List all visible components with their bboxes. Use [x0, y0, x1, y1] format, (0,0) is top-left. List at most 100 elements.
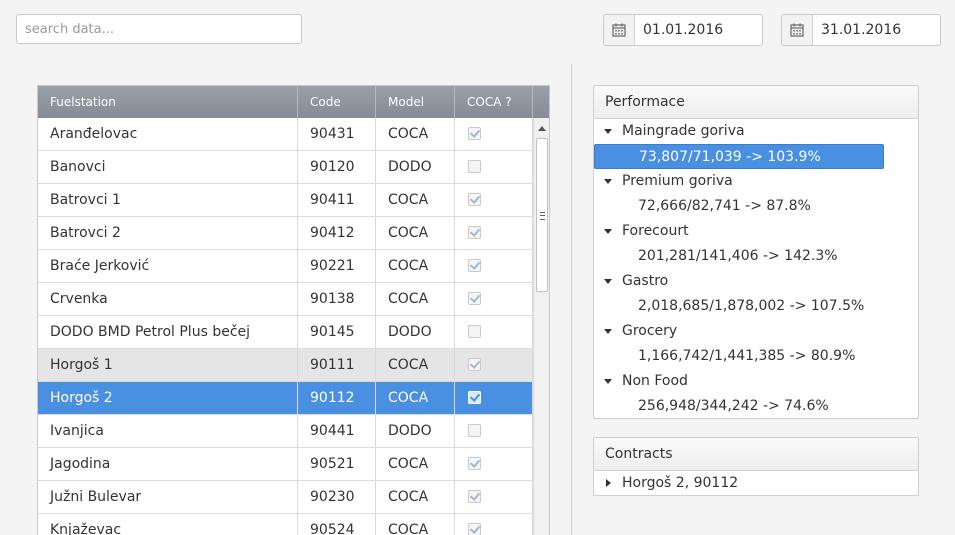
coca-cell: [455, 151, 533, 183]
performance-tree: Maingrade goriva 73,807/71,039 -> 103.9% P…: [594, 119, 918, 419]
contract-tree-item[interactable]: Horgoš 2, 90112: [594, 471, 918, 496]
coca-checkbox[interactable]: [468, 127, 481, 140]
table-row[interactable]: Jagodina 90521 COCA: [38, 448, 533, 481]
table-row[interactable]: Braće Jerković 90221 COCA: [38, 250, 533, 283]
code-cell: 90431: [298, 118, 376, 150]
coca-cell: [455, 415, 533, 447]
column-header-fuelstation[interactable]: Fuelstation: [38, 86, 298, 118]
code-cell: 90230: [298, 481, 376, 513]
code-cell: 90112: [298, 382, 376, 414]
tree-group[interactable]: Gastro: [594, 269, 918, 294]
table-row[interactable]: Banovci 90120 DODO: [38, 151, 533, 184]
code-cell: 90221: [298, 250, 376, 282]
tree-group[interactable]: Premium goriva: [594, 169, 918, 194]
coca-cell: [455, 481, 533, 513]
tree-value-item[interactable]: 73,807/71,039 -> 103.9%: [594, 144, 884, 169]
coca-cell: [455, 514, 533, 535]
coca-checkbox[interactable]: [468, 391, 481, 404]
fuelstation-cell: Ivanjica: [38, 415, 298, 447]
table-row[interactable]: Batrovci 2 90412 COCA: [38, 217, 533, 250]
date-to-picker[interactable]: 31.01.2016: [781, 14, 941, 46]
fuelstation-grid: Fuelstation Code Model COCA ? Aranđelova…: [37, 85, 550, 535]
tree-group-label: Forecourt: [622, 223, 689, 239]
table-row[interactable]: Horgoš 2 90112 COCA: [38, 382, 533, 415]
coca-checkbox[interactable]: [468, 424, 481, 437]
contracts-panel: Contracts Horgoš 2, 90112: [593, 437, 919, 496]
calendar-icon[interactable]: [782, 15, 813, 45]
fuelstation-cell: Batrovci 1: [38, 184, 298, 216]
coca-checkbox[interactable]: [468, 490, 481, 503]
vertical-scrollbar[interactable]: [533, 118, 549, 535]
tree-value-item[interactable]: 2,018,685/1,878,002 -> 107.5%: [594, 294, 918, 319]
coca-checkbox[interactable]: [468, 325, 481, 338]
expand-arrow-icon[interactable]: [606, 479, 611, 487]
panel-divider: [571, 64, 572, 535]
collapse-arrow-icon[interactable]: [604, 279, 612, 284]
model-cell: DODO: [376, 316, 455, 348]
tree-group[interactable]: Non Food: [594, 369, 918, 394]
collapse-arrow-icon[interactable]: [604, 229, 612, 234]
model-cell: COCA: [376, 514, 455, 535]
collapse-arrow-icon[interactable]: [604, 129, 612, 134]
model-cell: DODO: [376, 151, 455, 183]
tree-value-item[interactable]: 1,166,742/1,441,385 -> 80.9%: [594, 344, 918, 369]
column-header-model[interactable]: Model: [376, 86, 455, 118]
tree-value-item[interactable]: 72,666/82,741 -> 87.8%: [594, 194, 918, 219]
coca-checkbox[interactable]: [468, 160, 481, 173]
contracts-panel-title: Contracts: [594, 438, 918, 471]
tree-group-label: Non Food: [622, 373, 688, 389]
fuelstation-cell: Jagodina: [38, 448, 298, 480]
code-cell: 90145: [298, 316, 376, 348]
model-cell: COCA: [376, 349, 455, 381]
scrollbar-thumb[interactable]: [536, 138, 548, 292]
coca-checkbox[interactable]: [468, 292, 481, 305]
fuelstation-cell: Horgoš 2: [38, 382, 298, 414]
tree-group[interactable]: Maingrade goriva: [594, 119, 918, 144]
table-row[interactable]: Batrovci 1 90411 COCA: [38, 184, 533, 217]
coca-checkbox[interactable]: [468, 226, 481, 239]
coca-checkbox[interactable]: [468, 259, 481, 272]
table-row[interactable]: DODO BMD Petrol Plus bečej 90145 DODO: [38, 316, 533, 349]
collapse-arrow-icon[interactable]: [604, 329, 612, 334]
tree-group[interactable]: Grocery: [594, 319, 918, 344]
model-cell: COCA: [376, 217, 455, 249]
coca-checkbox[interactable]: [468, 358, 481, 371]
search-input[interactable]: [16, 14, 302, 44]
column-header-code[interactable]: Code: [298, 86, 376, 118]
coca-checkbox[interactable]: [468, 457, 481, 470]
collapse-arrow-icon[interactable]: [604, 179, 612, 184]
code-cell: 90524: [298, 514, 376, 535]
column-header-spacer: [533, 86, 549, 118]
coca-checkbox[interactable]: [468, 193, 481, 206]
coca-cell: [455, 349, 533, 381]
code-cell: 90111: [298, 349, 376, 381]
scroll-up-arrow-icon[interactable]: [538, 126, 546, 131]
tree-group-label: Premium goriva: [622, 173, 733, 189]
column-header-coca[interactable]: COCA ?: [455, 86, 533, 118]
model-cell: COCA: [376, 250, 455, 282]
table-row[interactable]: Južni Bulevar 90230 COCA: [38, 481, 533, 514]
calendar-icon[interactable]: [604, 15, 635, 45]
coca-cell: [455, 184, 533, 216]
tree-value-item[interactable]: 256,948/344,242 -> 74.6%: [594, 394, 918, 419]
coca-checkbox[interactable]: [468, 523, 481, 535]
code-cell: 90441: [298, 415, 376, 447]
table-row[interactable]: Horgoš 1 90111 COCA: [38, 349, 533, 382]
tree-value-item[interactable]: 201,281/141,406 -> 142.3%: [594, 244, 918, 269]
date-from-value[interactable]: 01.01.2016: [635, 15, 723, 45]
table-row[interactable]: Aranđelovac 90431 COCA: [38, 118, 533, 151]
tree-group-label: Maingrade goriva: [622, 123, 745, 139]
table-row[interactable]: Crvenka 90138 COCA: [38, 283, 533, 316]
code-cell: 90411: [298, 184, 376, 216]
table-row[interactable]: Knjaževac 90524 COCA: [38, 514, 533, 535]
coca-cell: [455, 448, 533, 480]
table-row[interactable]: Ivanjica 90441 DODO: [38, 415, 533, 448]
fuelstation-cell: Banovci: [38, 151, 298, 183]
date-from-picker[interactable]: 01.01.2016: [603, 14, 763, 46]
coca-cell: [455, 118, 533, 150]
tree-group[interactable]: Forecourt: [594, 219, 918, 244]
fuelstation-cell: Horgoš 1: [38, 349, 298, 381]
date-to-value[interactable]: 31.01.2016: [813, 15, 901, 45]
coca-cell: [455, 316, 533, 348]
collapse-arrow-icon[interactable]: [604, 379, 612, 384]
